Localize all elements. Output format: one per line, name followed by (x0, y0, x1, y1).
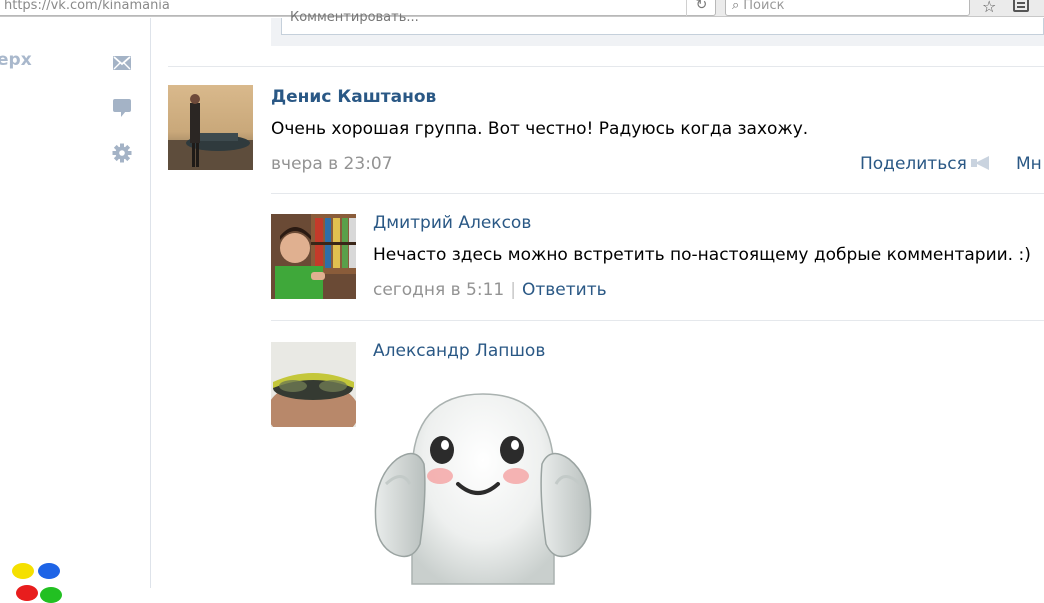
post-timestamp[interactable]: вчера в 23:07 (271, 154, 393, 174)
divider (168, 66, 1044, 67)
bookmark-star-icon[interactable]: ☆ (982, 0, 996, 16)
red-dot (16, 585, 38, 601)
search-placeholder: Поиск (743, 0, 785, 13)
comment-form: Комментировать... (271, 10, 1044, 46)
left-sidebar: ерх (0, 18, 151, 603)
mail-icon[interactable] (112, 53, 132, 73)
comment-placeholder: Комментировать... (290, 10, 419, 25)
reply-author[interactable]: Александр Лапшов (373, 341, 545, 361)
divider (271, 320, 1044, 321)
browser-search-input[interactable]: ⌕ Поиск (725, 0, 970, 16)
reload-icon[interactable]: ↻ (686, 0, 716, 16)
more-link[interactable]: Мн (1016, 154, 1042, 174)
chat-bubble-icon[interactable] (112, 98, 132, 118)
reply-button[interactable]: Ответить (522, 280, 607, 300)
comment-input[interactable]: Комментировать... (281, 10, 1044, 35)
separator: | (510, 280, 516, 300)
bookmarks-menu-icon[interactable] (1013, 0, 1029, 12)
yellow-dot (12, 563, 34, 579)
avatar[interactable] (168, 85, 253, 170)
reply-timestamp[interactable]: сегодня в 5:11 (373, 280, 504, 300)
post-author[interactable]: Денис Каштанов (271, 87, 436, 107)
reply-text: Нечасто здесь можно встретить по-настоящ… (373, 245, 1031, 265)
green-dot (40, 587, 62, 603)
share-button[interactable]: Поделиться (860, 154, 991, 174)
search-icon: ⌕ (732, 0, 740, 13)
browser-toolbar: https://vk.com/kinamania ↻ ⌕ Поиск ☆ (0, 0, 1044, 17)
url-text: https://vk.com/kinamania (4, 0, 170, 13)
avatar[interactable] (271, 342, 356, 427)
ghost-sticker (372, 384, 594, 588)
avatar[interactable] (271, 214, 356, 299)
post-text: Очень хорошая группа. Вот честно! Радуюс… (271, 119, 809, 139)
reply-meta: сегодня в 5:11 | Ответить (373, 280, 607, 300)
reply-author[interactable]: Дмитрий Алексов (373, 213, 531, 233)
app-launcher-icon[interactable] (12, 563, 64, 603)
megaphone-icon (970, 156, 991, 170)
share-label: Поделиться (860, 154, 967, 174)
blue-dot (38, 563, 60, 579)
divider (271, 193, 1044, 194)
gear-icon[interactable] (112, 143, 132, 163)
scroll-up-link[interactable]: ерх (0, 50, 32, 70)
